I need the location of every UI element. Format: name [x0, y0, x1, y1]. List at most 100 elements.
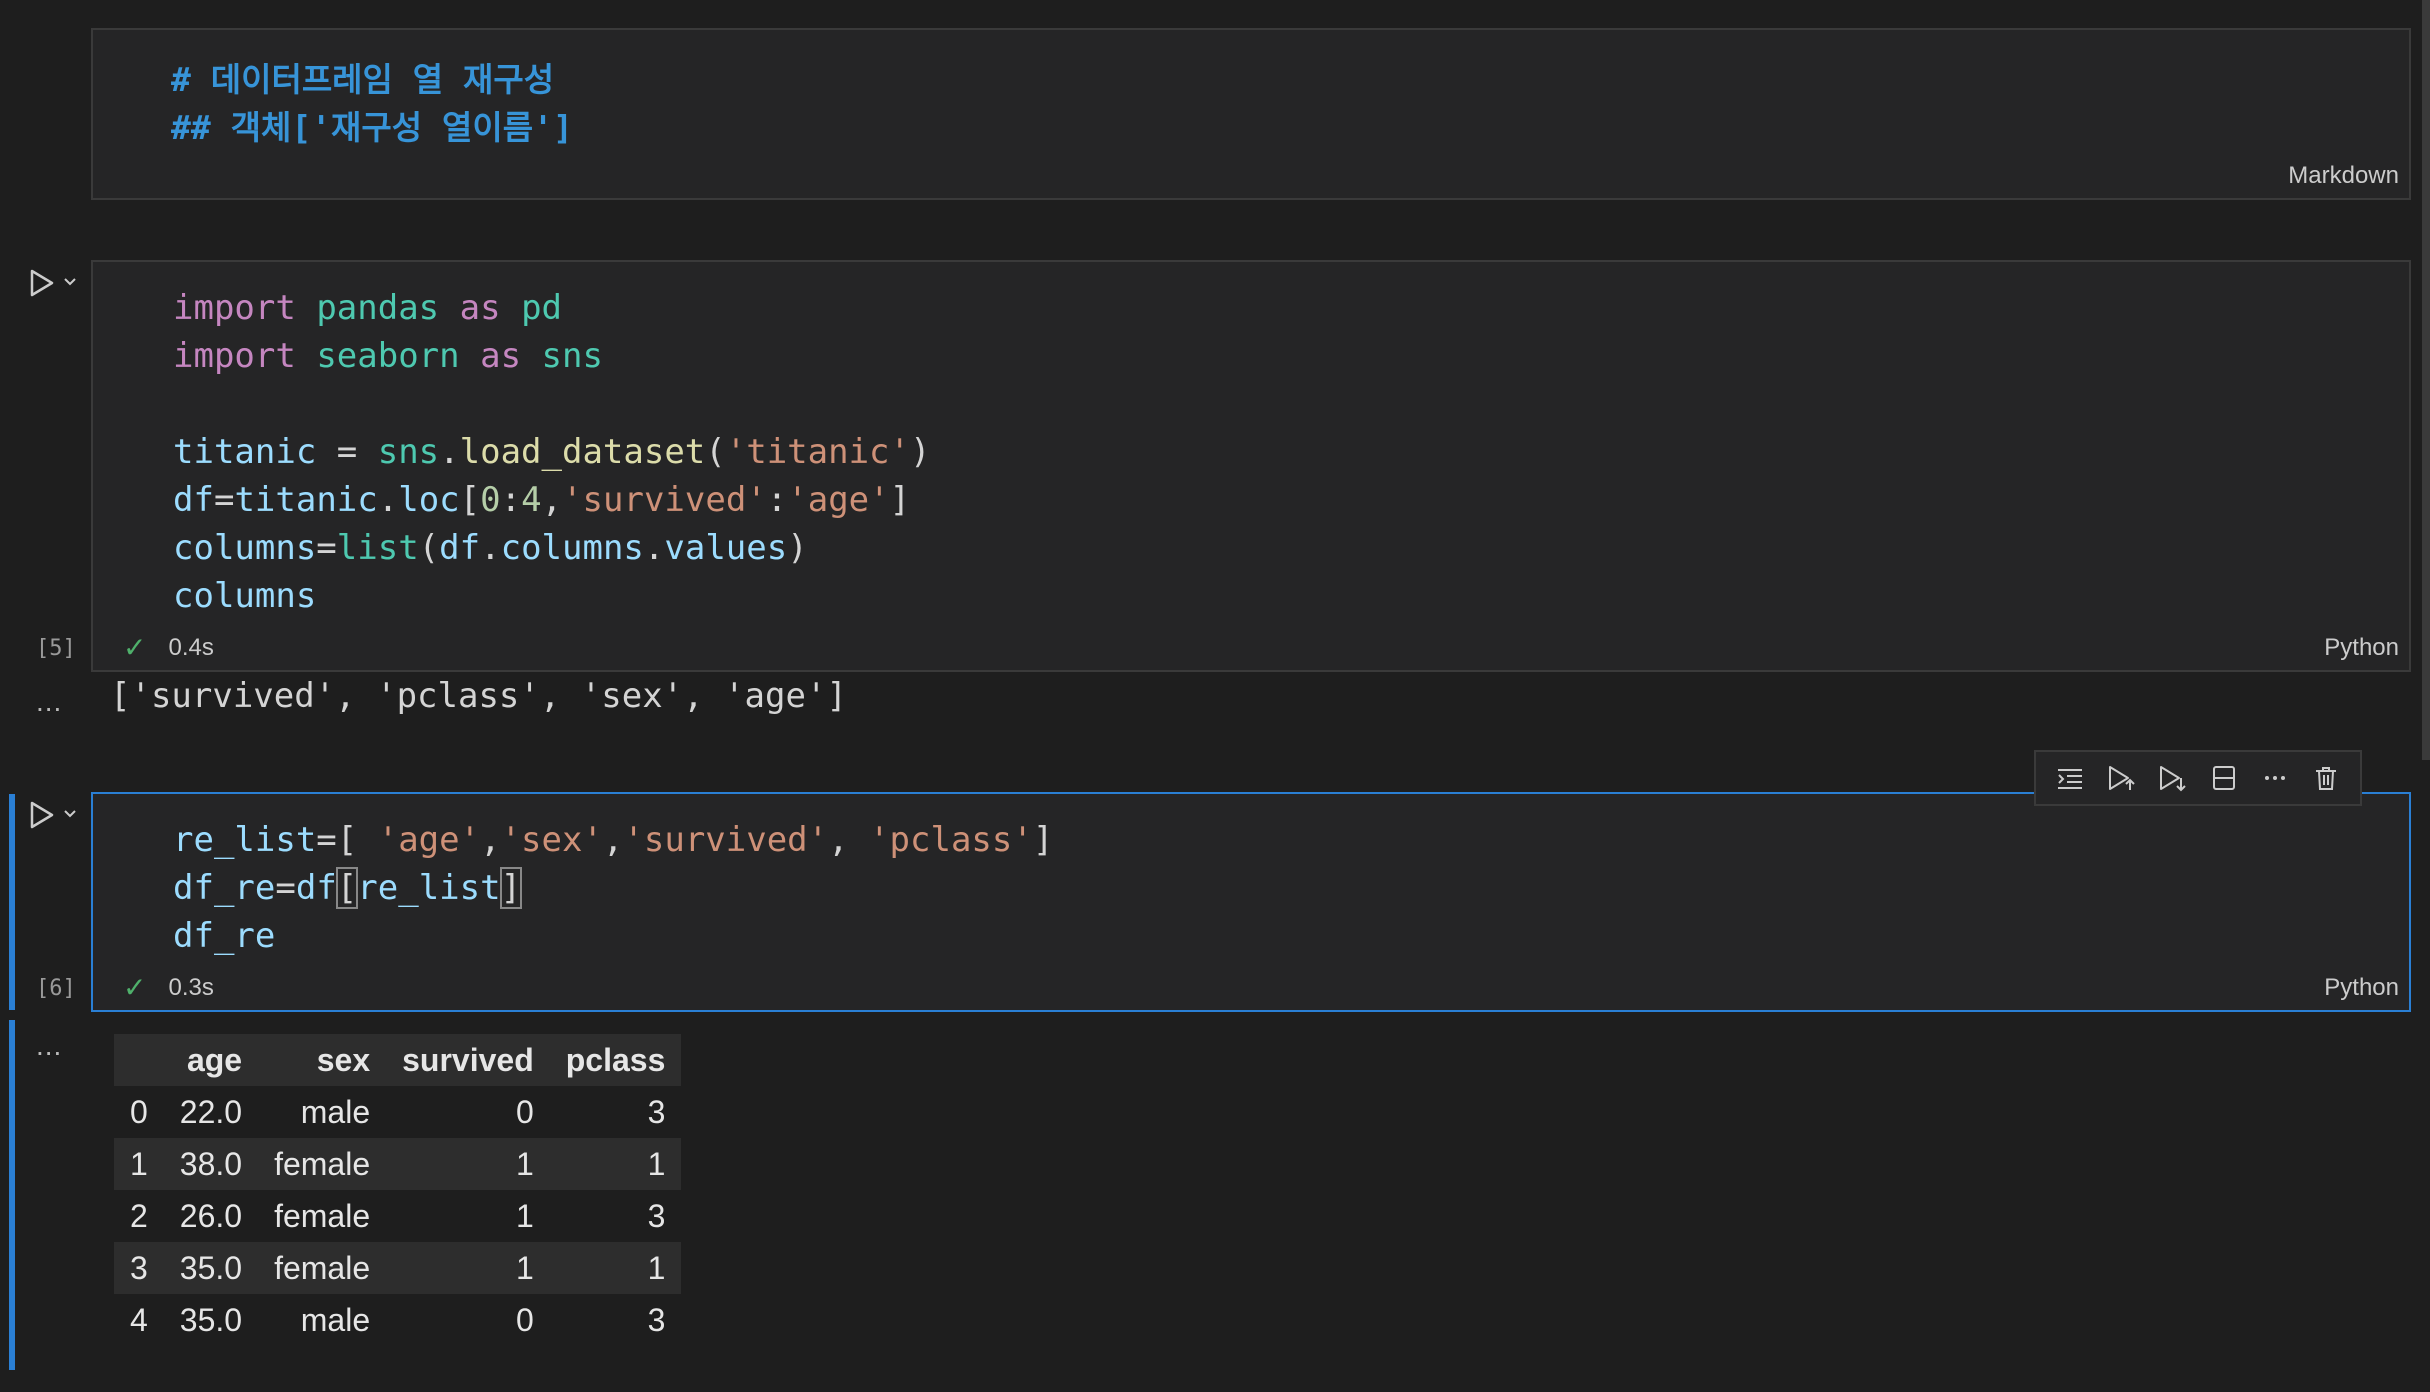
- row-index: 0: [130, 1093, 148, 1130]
- table-cell: 22.0: [179, 1093, 243, 1130]
- check-icon: ✓: [123, 972, 147, 1003]
- code-token: .: [439, 432, 460, 472]
- code-token: ): [909, 432, 931, 472]
- table-cell: male: [300, 1093, 371, 1130]
- code-line: columns=list(df.columns.values): [173, 524, 808, 572]
- code-cell-6[interactable]: re_list=[ 'age','sex','survived', 'pclas…: [91, 792, 2411, 1012]
- code-token: ,: [480, 820, 501, 860]
- execution-time: 0.4s: [168, 633, 214, 661]
- markdown-cell[interactable]: # 데이터프레임 열 재구성 ## 객체['재구성 열이름'] Markdown: [91, 28, 2411, 200]
- code-token: 'pclass': [869, 820, 1033, 860]
- code-token: 'age': [787, 480, 890, 520]
- code-line: df_re=df[re_list]: [173, 864, 523, 912]
- table-row: 4 35.0 male 0 3: [114, 1294, 681, 1346]
- table-cell: female: [258, 1242, 387, 1294]
- execute-above-icon[interactable]: [2104, 761, 2138, 795]
- table-header-cell: [114, 1034, 164, 1086]
- code-token: 'survived': [562, 480, 767, 520]
- chevron-down-icon[interactable]: [62, 274, 78, 290]
- execution-status: ✓ 0.4s: [123, 631, 214, 664]
- code-token: seaborn: [316, 336, 460, 376]
- code-token: :: [766, 480, 788, 520]
- code-token: [: [459, 480, 481, 520]
- run-by-line-icon[interactable]: [2053, 761, 2087, 795]
- code-token: (: [418, 528, 440, 568]
- more-icon[interactable]: [2258, 761, 2292, 795]
- table-cell: 3: [647, 1093, 666, 1130]
- code-token: 'survived': [623, 820, 829, 860]
- notebook-editor: # 데이터프레임 열 재구성 ## 객체['재구성 열이름'] Markdown…: [0, 0, 2430, 1392]
- delete-icon[interactable]: [2309, 761, 2343, 795]
- chevron-down-icon[interactable]: [62, 806, 78, 822]
- code-line: import pandas as pd: [173, 284, 562, 332]
- cell-language-label[interactable]: Python: [2324, 974, 2399, 1002]
- code-token: sns: [377, 432, 440, 472]
- run-cell-icon[interactable]: [26, 800, 56, 830]
- table-cell: 26.0: [179, 1197, 243, 1234]
- execute-below-icon[interactable]: [2155, 761, 2189, 795]
- markdown-line-1: # 데이터프레임 열 재구성: [171, 60, 555, 99]
- table-cell: 0: [515, 1301, 534, 1338]
- cell-language-label[interactable]: Python: [2324, 634, 2399, 662]
- code-token: as: [480, 336, 522, 376]
- code-line: titanic = sns.load_dataset('titanic'): [173, 428, 930, 476]
- bracket-match: ]: [499, 867, 523, 909]
- code-token: loc: [398, 480, 460, 520]
- table-cell: female: [274, 1197, 371, 1234]
- markdown-line-2: ## 객체['재구성 열이름']: [171, 108, 573, 147]
- code-token: import: [173, 288, 296, 328]
- code-token: pandas: [316, 288, 440, 328]
- code-line: df_re: [173, 912, 275, 960]
- code-token: list: [336, 528, 419, 568]
- code-token: =: [316, 528, 337, 568]
- table-cell: 35.0: [179, 1301, 243, 1338]
- table-cell: 1: [515, 1197, 534, 1234]
- code-token: df: [173, 480, 214, 520]
- code-token: .: [377, 480, 399, 520]
- code-token: 'age': [377, 820, 481, 860]
- split-cell-icon[interactable]: [2207, 761, 2241, 795]
- table-cell: 1: [549, 1242, 682, 1294]
- code-token: 'titanic': [725, 432, 910, 472]
- code-token: df: [439, 528, 481, 568]
- cell-selection-indicator: [9, 794, 15, 1010]
- code-token: as: [459, 288, 501, 328]
- bracket-match: [: [335, 867, 359, 909]
- code-token: ,: [541, 480, 563, 520]
- code-token: ]: [889, 480, 911, 520]
- table-header-cell: sex: [258, 1034, 387, 1086]
- code-token: titanic: [173, 432, 317, 472]
- table-row: 0 22.0 male 0 3: [114, 1086, 681, 1138]
- row-index: 2: [130, 1197, 148, 1234]
- run-cell-icon[interactable]: [26, 268, 56, 298]
- vertical-scrollbar[interactable]: [2422, 0, 2430, 760]
- table-header-row: age sex survived pclass: [114, 1034, 682, 1086]
- cell-toolbar: [2034, 750, 2362, 806]
- output-selection-indicator: [9, 1020, 15, 1370]
- output-more-icon[interactable]: ...: [36, 1030, 62, 1062]
- code-token: .: [480, 528, 501, 568]
- code-token: re_list: [173, 820, 317, 860]
- code-cell-5[interactable]: import pandas as pd import seaborn as sn…: [91, 260, 2411, 672]
- code-token: =: [316, 432, 378, 472]
- code-token: (: [705, 432, 726, 472]
- table-cell: male: [300, 1301, 371, 1338]
- cell-language-label[interactable]: Markdown: [2288, 162, 2399, 190]
- table-cell: 0: [515, 1093, 534, 1130]
- code-token: sns: [541, 336, 603, 376]
- output-more-icon[interactable]: ...: [36, 686, 62, 718]
- code-line: df=titanic.loc[0:4,'survived':'age']: [173, 476, 910, 524]
- code-line: re_list=[ 'age','sex','survived', 'pclas…: [173, 816, 1053, 864]
- table-cell: female: [258, 1138, 387, 1190]
- table-row: 3 35.0 female 1 1: [114, 1242, 682, 1294]
- code-token: import: [173, 336, 296, 376]
- code-token: titanic: [234, 480, 378, 520]
- code-token: ): [787, 528, 808, 568]
- code-token: 0: [480, 480, 501, 520]
- row-index: 1: [114, 1138, 164, 1190]
- code-token: load_dataset: [459, 432, 706, 472]
- row-index: 3: [114, 1242, 164, 1294]
- table-cell: 35.0: [163, 1242, 259, 1294]
- code-line: columns: [173, 572, 316, 620]
- check-icon: ✓: [123, 632, 147, 663]
